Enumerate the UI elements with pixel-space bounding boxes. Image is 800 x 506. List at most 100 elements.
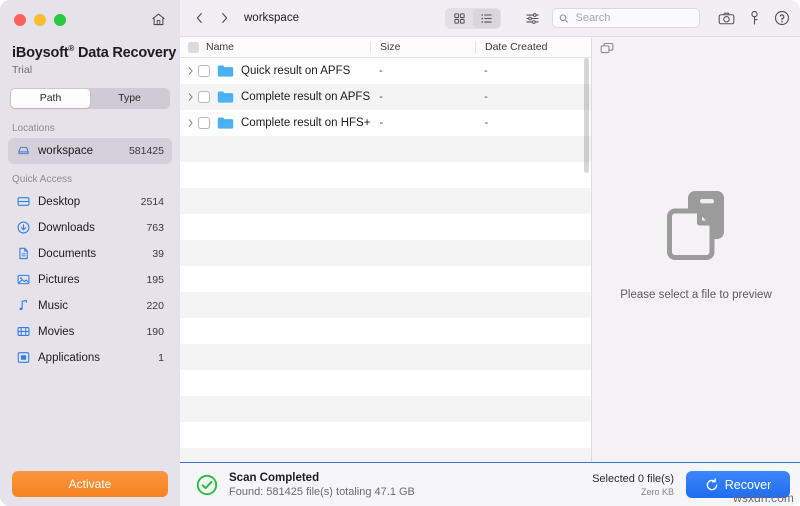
disclosure-triangle-icon[interactable] (185, 92, 196, 102)
activate-button[interactable]: Activate (12, 471, 168, 497)
brand-product: Data Recovery (74, 45, 176, 61)
filter-button[interactable] (525, 11, 540, 26)
file-list: Name Size Date Created Quick result on A… (180, 37, 591, 462)
sidebar: iBoysoft® Data Recovery Trial Path Type … (0, 0, 180, 462)
sidebar-item-count: 763 (146, 222, 164, 234)
maximize-window-button[interactable] (54, 14, 66, 26)
status-left: Scan Completed Found: 581425 file(s) tot… (196, 472, 415, 498)
sidebar-item-count: 195 (146, 274, 164, 286)
column-header-date-created[interactable]: Date Created (475, 41, 591, 53)
download-icon (15, 220, 31, 236)
scrollbar-thumb[interactable] (584, 58, 589, 173)
table-row[interactable] (180, 318, 591, 344)
row-checkbox[interactable] (198, 117, 210, 129)
disclosure-triangle-icon[interactable] (185, 66, 196, 76)
row-checkbox[interactable] (198, 91, 210, 103)
table-row[interactable]: Complete result on HFS+-- (180, 110, 591, 136)
sidebar-item-workspace[interactable]: workspace 581425 (8, 138, 172, 164)
sidebar-item-count: 39 (152, 248, 164, 260)
back-button[interactable] (194, 11, 205, 25)
close-window-button[interactable] (14, 14, 26, 26)
table-row[interactable] (180, 448, 591, 462)
table-row[interactable] (180, 162, 591, 188)
pictures-icon (15, 272, 31, 288)
table-row[interactable] (180, 370, 591, 396)
table-row[interactable]: Complete result on APFS-- (180, 84, 591, 110)
brand-name: iBoysoft (12, 45, 68, 61)
row-date-cell: - (475, 65, 591, 77)
breadcrumb[interactable]: workspace (244, 12, 299, 24)
file-list-scrollbar[interactable] (584, 58, 589, 462)
column-header-name[interactable]: Name (180, 41, 370, 53)
table-row[interactable] (180, 396, 591, 422)
sidebar-item-applications[interactable]: Applications 1 (8, 345, 172, 371)
navigation-arrows (194, 11, 230, 25)
snapshot-button[interactable] (718, 11, 735, 26)
row-name-label: Quick result on APFS (241, 65, 350, 77)
column-header-size[interactable]: Size (370, 41, 475, 53)
folder-icon (217, 64, 234, 78)
segment-type[interactable]: Type (90, 89, 169, 108)
sidebar-item-count: 220 (146, 300, 164, 312)
table-row[interactable] (180, 344, 591, 370)
table-row[interactable] (180, 292, 591, 318)
sidebar-item-label: Documents (38, 248, 146, 260)
row-size-cell: - (370, 117, 475, 129)
toolbar: workspace (180, 0, 800, 36)
disclosure-triangle-icon[interactable] (185, 118, 196, 128)
chevron-left-icon (194, 11, 205, 25)
list-view-button[interactable] (473, 9, 500, 28)
select-all-checkbox[interactable] (188, 42, 199, 53)
table-row[interactable] (180, 240, 591, 266)
edition-label: Trial (12, 64, 168, 76)
table-row[interactable]: Quick result on APFS -- (180, 58, 591, 84)
sidebar-item-desktop[interactable]: Desktop 2514 (8, 189, 172, 215)
search-icon (559, 13, 568, 24)
document-icon (15, 246, 31, 262)
license-key-button[interactable] (748, 10, 761, 26)
row-checkbox[interactable] (198, 65, 210, 77)
table-row[interactable] (180, 188, 591, 214)
forward-button[interactable] (219, 11, 230, 25)
grid-view-button[interactable] (446, 9, 473, 28)
desktop-icon (15, 194, 31, 210)
sidebar-group-locations-label: Locations (0, 119, 180, 138)
sidebar-item-documents[interactable]: Documents 39 (8, 241, 172, 267)
sidebar-item-label: Downloads (38, 222, 140, 234)
key-icon (748, 10, 761, 26)
status-title: Scan Completed (229, 472, 415, 484)
minimize-window-button[interactable] (34, 14, 46, 26)
table-row[interactable] (180, 266, 591, 292)
table-row[interactable] (180, 136, 591, 162)
view-mode-toggle[interactable] (445, 8, 501, 29)
segment-path[interactable]: Path (11, 89, 90, 108)
sidebar-item-music[interactable]: Music 220 (8, 293, 172, 319)
help-button[interactable] (774, 10, 790, 26)
table-row[interactable] (180, 214, 591, 240)
sidebar-scroll-area: Locations workspace 581425 Quick Access (0, 109, 180, 462)
recover-button-label: Recover (725, 478, 772, 492)
recover-button[interactable]: Recover (686, 471, 790, 498)
preview-placeholder: Please select a file to preview (592, 60, 800, 462)
home-button[interactable] (148, 9, 168, 29)
sidebar-item-count: 2514 (141, 196, 164, 208)
music-note-icon (15, 298, 31, 314)
sidebar-item-label: workspace (38, 145, 123, 157)
help-circle-icon (774, 10, 790, 26)
table-row[interactable] (180, 422, 591, 448)
chevron-right-icon (219, 11, 230, 25)
preview-placeholder-text: Please select a file to preview (620, 289, 772, 301)
panel-toggle-button[interactable] (600, 42, 614, 55)
sidebar-item-downloads[interactable]: Downloads 763 (8, 215, 172, 241)
documents-stack-icon (662, 187, 730, 261)
sidebar-item-movies[interactable]: Movies 190 (8, 319, 172, 345)
search-box[interactable] (552, 8, 700, 28)
sidebar-item-pictures[interactable]: Pictures 195 (8, 267, 172, 293)
row-size-cell: - (370, 65, 475, 77)
home-icon (151, 12, 166, 27)
applications-icon (15, 350, 31, 366)
search-input[interactable] (573, 11, 693, 25)
bottom-bar: Activate Scan Completed Found: 581425 fi… (0, 462, 800, 506)
path-type-segmented-control[interactable]: Path Type (10, 88, 170, 109)
sidebar-item-label: Movies (38, 326, 140, 338)
